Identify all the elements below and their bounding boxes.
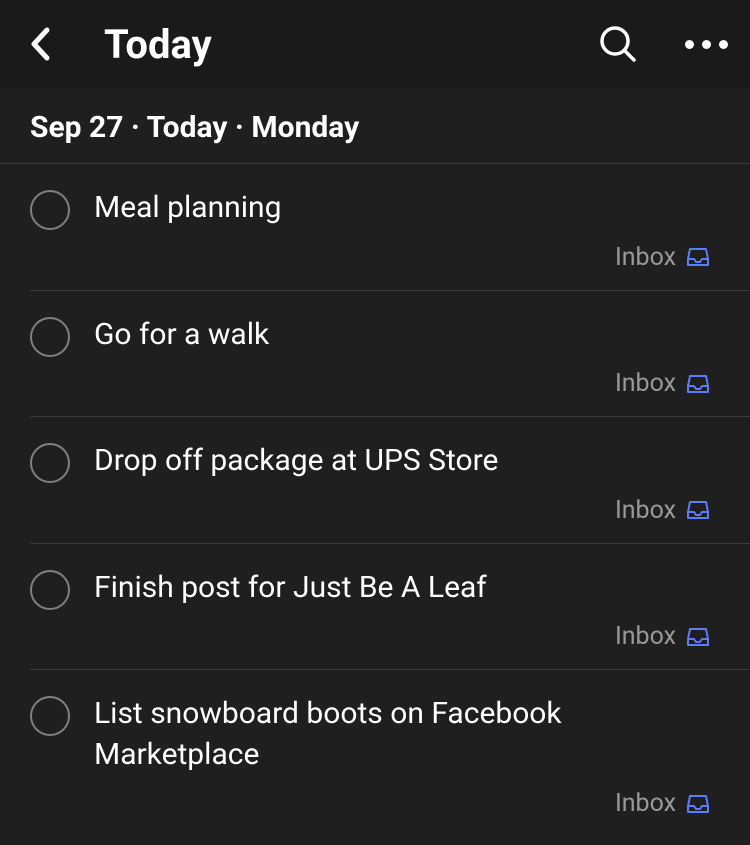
date-label: Sep 27 · Today · Monday xyxy=(30,110,720,145)
task-meta: Inbox xyxy=(94,622,720,651)
inbox-icon xyxy=(686,246,710,268)
task-checkbox[interactable] xyxy=(30,443,70,483)
task-list: Meal planning Inbox Go for a walk Inbox xyxy=(0,164,750,836)
back-button[interactable] xyxy=(16,20,64,68)
inbox-icon xyxy=(686,499,710,521)
task-project-label: Inbox xyxy=(615,622,676,651)
more-horizontal-icon xyxy=(685,40,728,49)
task-item[interactable]: Drop off package at UPS Store Inbox xyxy=(30,417,750,544)
task-meta: Inbox xyxy=(94,369,720,398)
task-project-label: Inbox xyxy=(615,496,676,525)
inbox-icon xyxy=(686,626,710,648)
task-item[interactable]: Meal planning Inbox xyxy=(30,164,750,291)
header-bar: Today xyxy=(0,0,750,88)
task-title: Go for a walk xyxy=(94,315,720,356)
task-item[interactable]: Finish post for Just Be A Leaf Inbox xyxy=(30,544,750,671)
inbox-icon xyxy=(686,373,710,395)
task-checkbox[interactable] xyxy=(30,317,70,357)
search-icon xyxy=(598,24,638,64)
task-title: Drop off package at UPS Store xyxy=(94,441,720,482)
task-title: List snowboard boots on Facebook Marketp… xyxy=(94,694,720,775)
task-title: Meal planning xyxy=(94,188,720,229)
task-title: Finish post for Just Be A Leaf xyxy=(94,568,720,609)
task-content: List snowboard boots on Facebook Marketp… xyxy=(94,694,720,818)
task-content: Meal planning Inbox xyxy=(94,188,720,272)
task-checkbox[interactable] xyxy=(30,570,70,610)
task-checkbox[interactable] xyxy=(30,696,70,736)
task-project-label: Inbox xyxy=(615,789,676,818)
chevron-left-icon xyxy=(30,27,50,61)
task-content: Drop off package at UPS Store Inbox xyxy=(94,441,720,525)
task-project-label: Inbox xyxy=(615,369,676,398)
task-checkbox[interactable] xyxy=(30,190,70,230)
task-item[interactable]: List snowboard boots on Facebook Marketp… xyxy=(30,670,750,836)
task-meta: Inbox xyxy=(94,789,720,818)
more-button[interactable] xyxy=(678,16,734,72)
task-meta: Inbox xyxy=(94,243,720,272)
task-content: Finish post for Just Be A Leaf Inbox xyxy=(94,568,720,652)
inbox-icon xyxy=(686,793,710,815)
page-title: Today xyxy=(104,21,590,68)
search-button[interactable] xyxy=(590,16,646,72)
task-item[interactable]: Go for a walk Inbox xyxy=(30,291,750,418)
date-section-header: Sep 27 · Today · Monday xyxy=(0,88,750,164)
task-content: Go for a walk Inbox xyxy=(94,315,720,399)
task-meta: Inbox xyxy=(94,496,720,525)
task-project-label: Inbox xyxy=(615,243,676,272)
